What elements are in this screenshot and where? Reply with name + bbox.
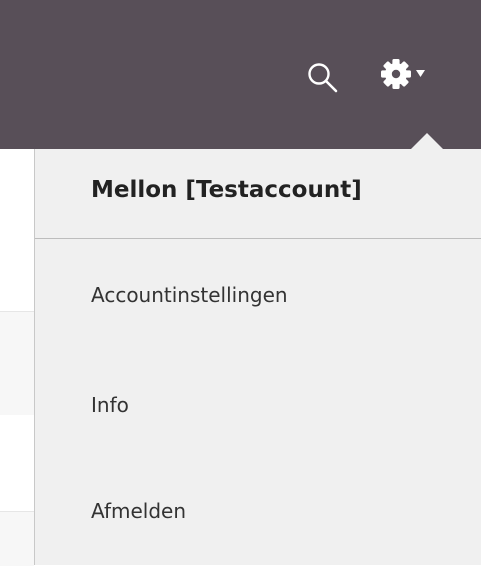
menu-item-label: Info [91,393,129,417]
caret-down-icon [416,70,425,77]
menu-item-info[interactable]: Info [35,357,481,457]
menu-item-label: Afmelden [91,499,187,523]
top-bar [0,0,481,149]
page-background [0,149,34,311]
account-name: Mellon [Testaccount] [91,177,362,203]
menu-item-label: Accountinstellingen [91,283,288,307]
menu-item-logout[interactable]: Afmelden [35,467,481,567]
search-icon[interactable] [305,60,341,96]
dropdown-pointer [410,133,444,150]
account-header: Mellon [Testaccount] [35,149,481,239]
page-background-row [0,511,34,566]
gear-icon [381,59,425,89]
page-background-row [0,311,34,416]
page-background [0,415,34,511]
menu-item-account-settings[interactable]: Accountinstellingen [35,247,481,347]
settings-dropdown-menu: Mellon [Testaccount] Accountinstellingen… [34,149,481,565]
settings-menu-button[interactable] [378,54,434,98]
